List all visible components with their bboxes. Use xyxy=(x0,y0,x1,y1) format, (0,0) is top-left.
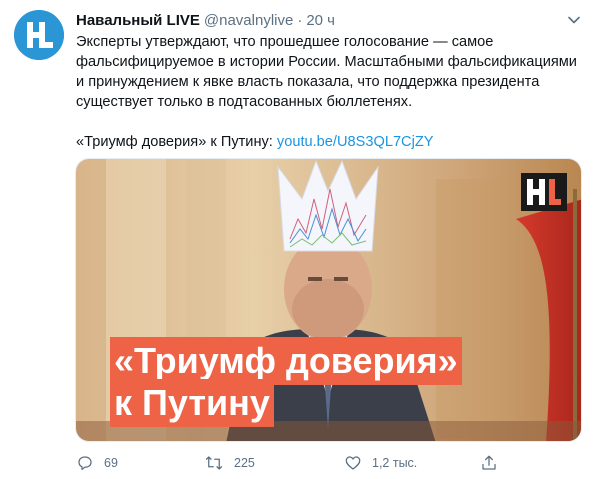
tweet-actions: 69 225 1,2 тыс. xyxy=(76,454,586,476)
overlay-title-line2: к Путину xyxy=(110,379,274,427)
timestamp[interactable]: 20 ч xyxy=(306,12,335,29)
more-options-button[interactable] xyxy=(565,11,583,29)
like-count: 1,2 тыс. xyxy=(372,456,418,470)
chevron-down-icon xyxy=(568,16,580,24)
share-button[interactable] xyxy=(480,454,498,472)
avatar-logo-icon xyxy=(14,10,64,60)
tweet[interactable]: Навальный LIVE @navalnylive · 20 ч Экспе… xyxy=(0,0,596,479)
retweet-button[interactable]: 225 xyxy=(204,454,255,472)
media-card[interactable]: «Триумф доверия» к Путину xyxy=(75,158,582,442)
tweet-text: Эксперты утверждают, что прошедшее голос… xyxy=(76,32,588,152)
tweet-link-line: «Триумф доверия» к Путину: youtu.be/U8S3… xyxy=(76,132,588,152)
author-handle[interactable]: @navalnylive xyxy=(204,12,293,29)
like-icon xyxy=(345,456,361,470)
hl-logo-icon xyxy=(521,173,567,211)
avatar[interactable] xyxy=(14,10,64,60)
separator: · xyxy=(297,12,303,29)
link-prefix: «Триумф доверия» к Путину: xyxy=(76,134,277,150)
author-name[interactable]: Навальный LIVE xyxy=(76,12,200,29)
reply-count: 69 xyxy=(104,456,118,470)
overlay-title-line1: «Триумф доверия» xyxy=(110,337,462,385)
video-link[interactable]: youtu.be/U8S3QL7CjZY xyxy=(277,134,434,150)
like-button[interactable]: 1,2 тыс. xyxy=(344,454,417,472)
share-icon xyxy=(482,455,496,470)
reply-icon xyxy=(78,456,92,471)
retweet-count: 225 xyxy=(234,456,255,470)
reply-button[interactable]: 69 xyxy=(76,454,118,472)
tweet-header: Навальный LIVE @navalnylive · 20 ч xyxy=(76,12,335,29)
retweet-icon xyxy=(205,456,223,470)
channel-logo xyxy=(521,173,567,211)
tweet-body: Эксперты утверждают, что прошедшее голос… xyxy=(76,34,577,110)
